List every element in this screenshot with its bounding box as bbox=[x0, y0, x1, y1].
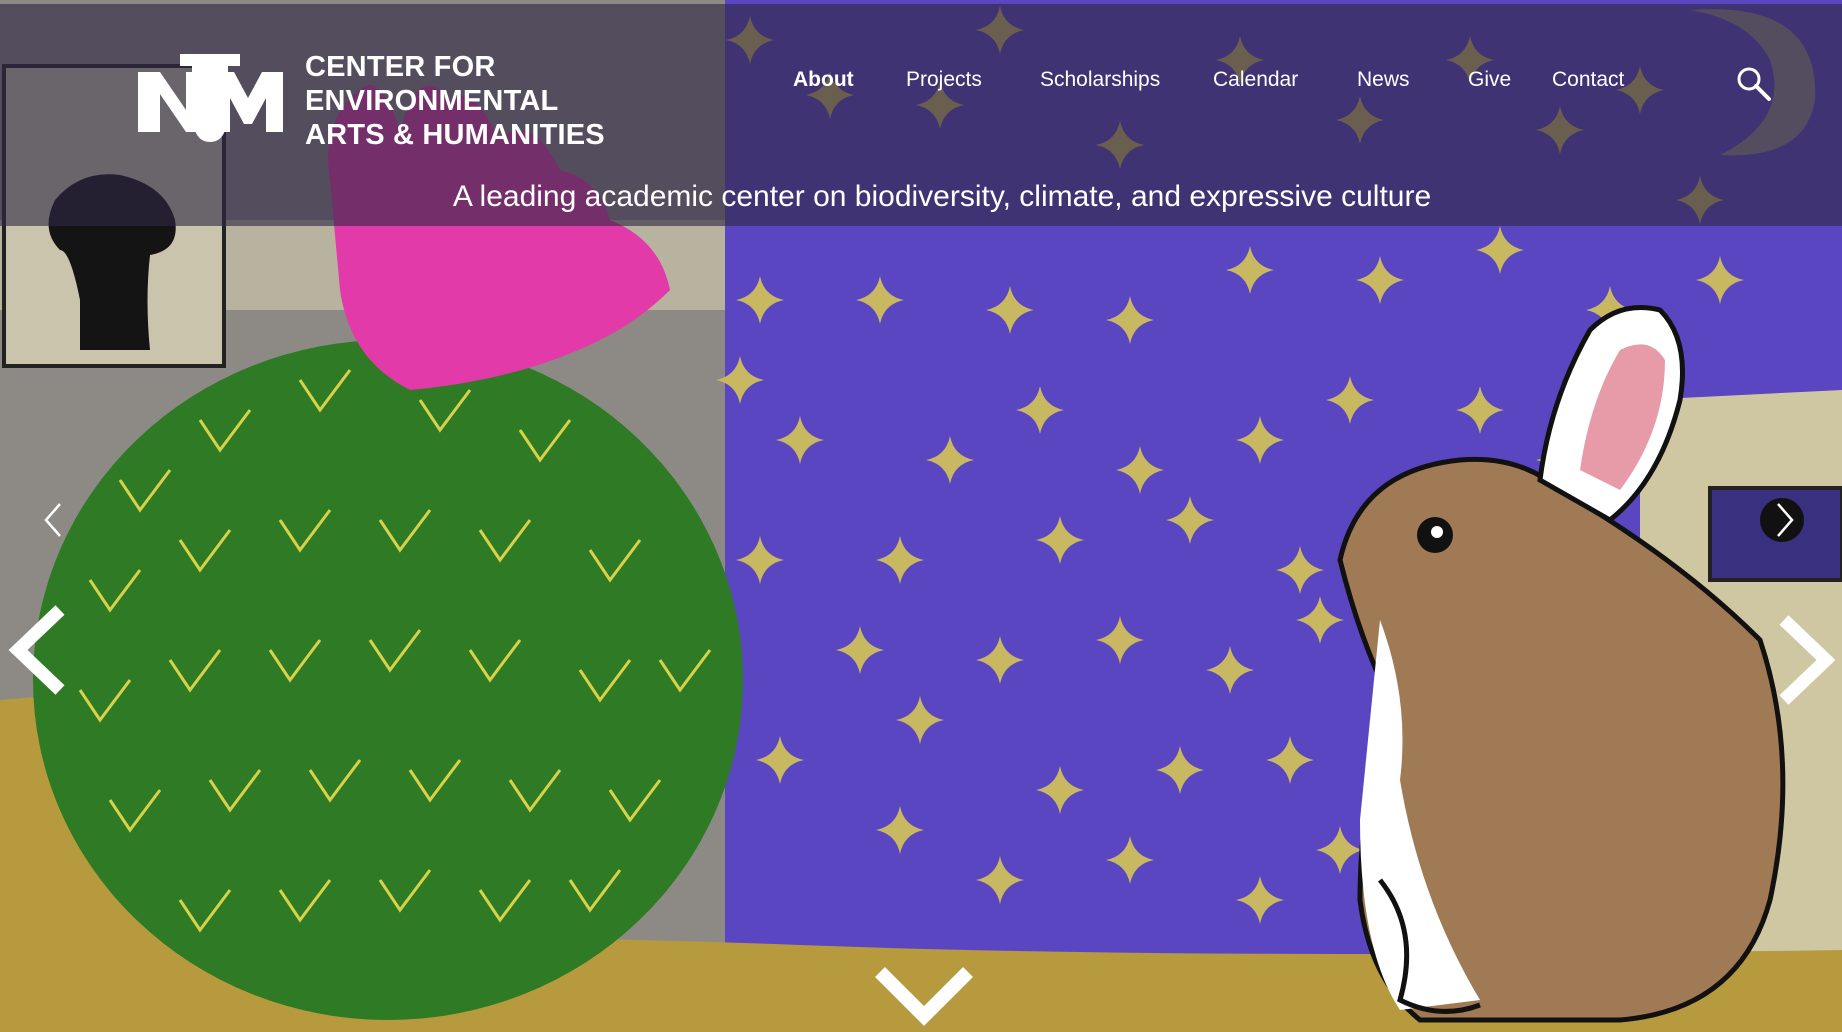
search-icon bbox=[1737, 67, 1771, 101]
site-header: CENTER FOR ENVIRONMENTAL ARTS & HUMANITI… bbox=[0, 4, 1842, 226]
search-button[interactable] bbox=[1734, 64, 1774, 104]
hero-next-button[interactable] bbox=[1776, 614, 1836, 706]
center-name-line-3: ARTS & HUMANITIES bbox=[305, 119, 605, 151]
scroll-down-button[interactable] bbox=[874, 964, 974, 1026]
hero-prev-small-button[interactable] bbox=[42, 500, 64, 540]
nav-item-about[interactable]: About bbox=[793, 68, 854, 92]
hero-next-small-button[interactable] bbox=[1774, 500, 1796, 540]
chevron-right-icon bbox=[1777, 503, 1794, 537]
chevron-right-icon bbox=[1779, 615, 1836, 705]
nav-item-give[interactable]: Give bbox=[1468, 68, 1511, 92]
nav-item-projects[interactable]: Projects bbox=[906, 68, 982, 92]
chevron-down-icon bbox=[875, 967, 973, 1026]
nav-item-calendar[interactable]: Calendar bbox=[1213, 68, 1298, 92]
hero-prev-button[interactable] bbox=[8, 604, 68, 696]
nav-item-news[interactable]: News bbox=[1357, 68, 1410, 92]
hero-tagline: A leading academic center on biodiversit… bbox=[452, 180, 1432, 213]
chevron-left-icon bbox=[8, 605, 65, 695]
nav-item-contact[interactable]: Contact bbox=[1552, 68, 1624, 92]
chevron-left-icon bbox=[44, 503, 61, 537]
nav-item-scholarships[interactable]: Scholarships bbox=[1040, 68, 1160, 92]
main-nav: About Projects Scholarships Calendar New… bbox=[0, 68, 1842, 102]
